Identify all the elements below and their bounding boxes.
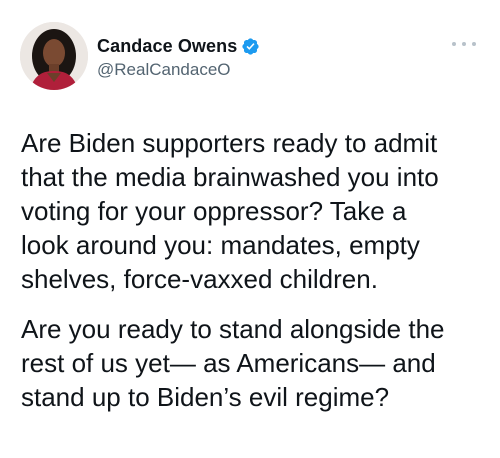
tweet-paragraph-1: Are Biden supporters ready to admit that… (21, 128, 439, 294)
more-dot (452, 42, 456, 46)
author-handle[interactable]: @RealCandaceO (97, 60, 397, 80)
more-options-icon[interactable] (452, 38, 476, 50)
author-display-name[interactable]: Candace Owens (97, 36, 237, 57)
tweet-text: Are Biden supporters ready to admit that… (21, 126, 483, 414)
verified-badge-icon (241, 37, 260, 56)
avatar-image (20, 22, 88, 90)
tweet-paragraph-2: Are you ready to stand alongside the res… (21, 314, 445, 412)
avatar[interactable] (20, 22, 88, 90)
more-dot (472, 42, 476, 46)
more-dot (462, 42, 466, 46)
tweet-card: Candace Owens @RealCandaceO Are Biden su… (0, 0, 500, 458)
author-info: Candace Owens @RealCandaceO (97, 34, 397, 80)
author-name-row: Candace Owens (97, 34, 397, 58)
